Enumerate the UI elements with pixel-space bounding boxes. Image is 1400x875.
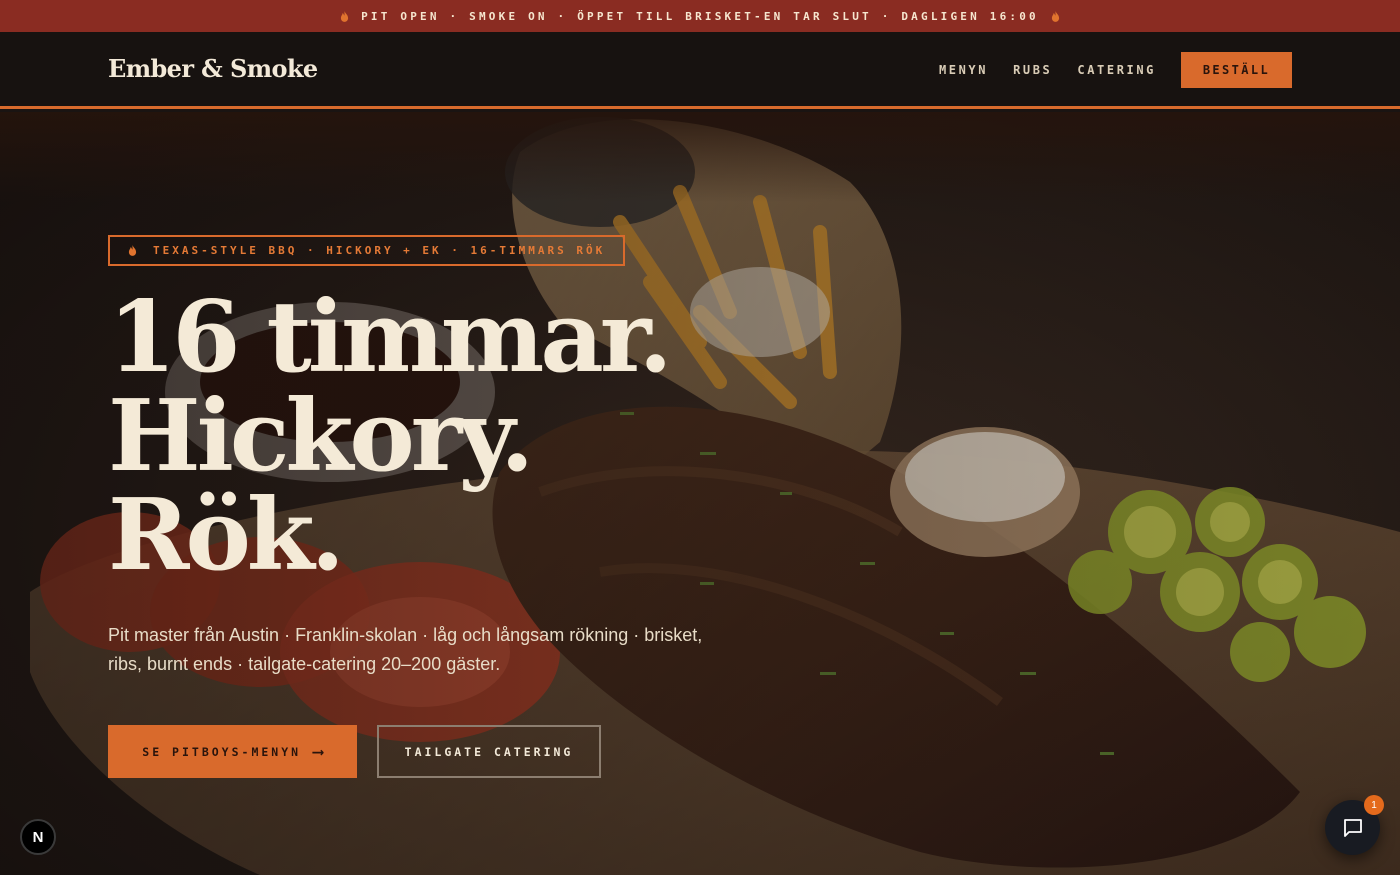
chat-unread-badge: 1	[1364, 795, 1384, 815]
announcement-text: PIT OPEN · SMOKE ON · ÖPPET TILL BRISKET…	[361, 9, 1039, 23]
arrow-right-icon: ⟶	[313, 742, 323, 761]
headline-line-1: 16 timmar.	[108, 280, 673, 395]
hero-lead: Pit master från Austin · Franklin-skolan…	[108, 625, 703, 674]
site-header: Ember & Smoke MENYN RUBS CATERING BESTÄL…	[0, 32, 1400, 109]
flame-icon	[1051, 10, 1059, 22]
pitboys-menu-button[interactable]: SE PITBOYS-MENYN ⟶	[108, 725, 357, 778]
hero-section: TEXAS-STYLE BBQ · HICKORY + EK · 16-TIMM…	[0, 112, 1400, 875]
nav-link-menu[interactable]: MENYN	[939, 63, 988, 77]
announcement-bar: PIT OPEN · SMOKE ON · ÖPPET TILL BRISKET…	[0, 0, 1400, 32]
pitboys-menu-label: SE PITBOYS-MENYN	[142, 744, 302, 759]
chat-bubble-icon	[1343, 818, 1362, 837]
nav-link-rubs[interactable]: RUBS	[1013, 63, 1052, 77]
flame-icon	[128, 245, 137, 256]
headline-line-3: Rök.	[108, 478, 345, 593]
dev-tools-badge[interactable]: N	[20, 819, 56, 855]
tailgate-catering-button[interactable]: TAILGATE CATERING	[377, 725, 601, 778]
headline-line-2: Hickory.	[108, 379, 534, 494]
site-logo[interactable]: Ember & Smoke	[108, 54, 318, 83]
hero-badge-text: TEXAS-STYLE BBQ · HICKORY + EK · 16-TIMM…	[153, 244, 606, 257]
main-nav: MENYN RUBS CATERING BESTÄLL	[939, 52, 1292, 88]
flame-icon	[341, 10, 349, 22]
order-button[interactable]: BESTÄLL	[1181, 52, 1292, 88]
hero-badge: TEXAS-STYLE BBQ · HICKORY + EK · 16-TIMM…	[108, 235, 625, 266]
hero-headline: 16 timmar. Hickory. Rök.	[108, 288, 808, 585]
nav-link-catering[interactable]: CATERING	[1077, 63, 1156, 77]
